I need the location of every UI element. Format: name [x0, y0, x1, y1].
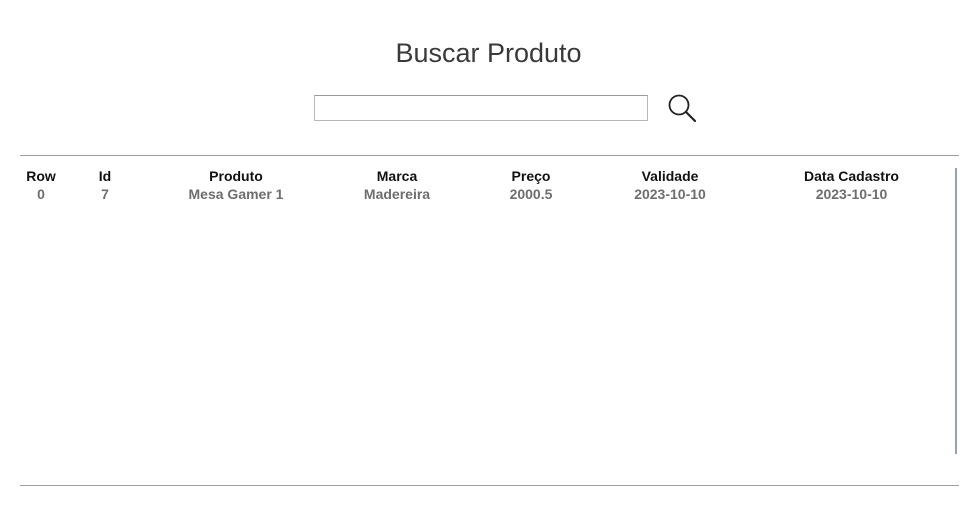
results-table: Row Id Produto Marca Preço Validade Data… [20, 166, 955, 202]
cell-marca: Madereira [363, 185, 431, 202]
column-header-preco[interactable]: Preço [470, 166, 592, 185]
column-header-validade[interactable]: Validade [592, 166, 748, 185]
column-header-data-cadastro[interactable]: Data Cadastro [748, 166, 955, 185]
column-header-id[interactable]: Id [62, 166, 148, 185]
column-header-produto[interactable]: Produto [148, 166, 324, 185]
cell-id: 7 [101, 185, 109, 202]
cell-data-cadastro: 2023-10-10 [815, 185, 888, 202]
cell-produto: Mesa Gamer 1 [188, 185, 284, 202]
search-button[interactable] [666, 92, 698, 124]
search-product-page: Buscar Produto Row Id Produto Marca Preç… [0, 0, 977, 515]
cell-validade: 2023-10-10 [634, 185, 706, 202]
search-icon [668, 94, 697, 123]
table-top-divider [20, 155, 959, 156]
table-header-row: Row Id Produto Marca Preço Validade Data… [20, 166, 955, 185]
cell-row: 0 [37, 185, 45, 202]
table-bottom-divider [20, 485, 959, 486]
search-input[interactable] [314, 95, 648, 121]
column-header-marca[interactable]: Marca [324, 166, 470, 185]
vertical-scrollbar[interactable] [955, 168, 957, 454]
cell-preco: 2000.5 [509, 185, 553, 202]
table-row[interactable]: 0 7 Mesa Gamer 1 Madereira 2000.5 2023-1… [20, 185, 955, 202]
column-header-row[interactable]: Row [20, 166, 62, 185]
page-title: Buscar Produto [395, 38, 582, 68]
